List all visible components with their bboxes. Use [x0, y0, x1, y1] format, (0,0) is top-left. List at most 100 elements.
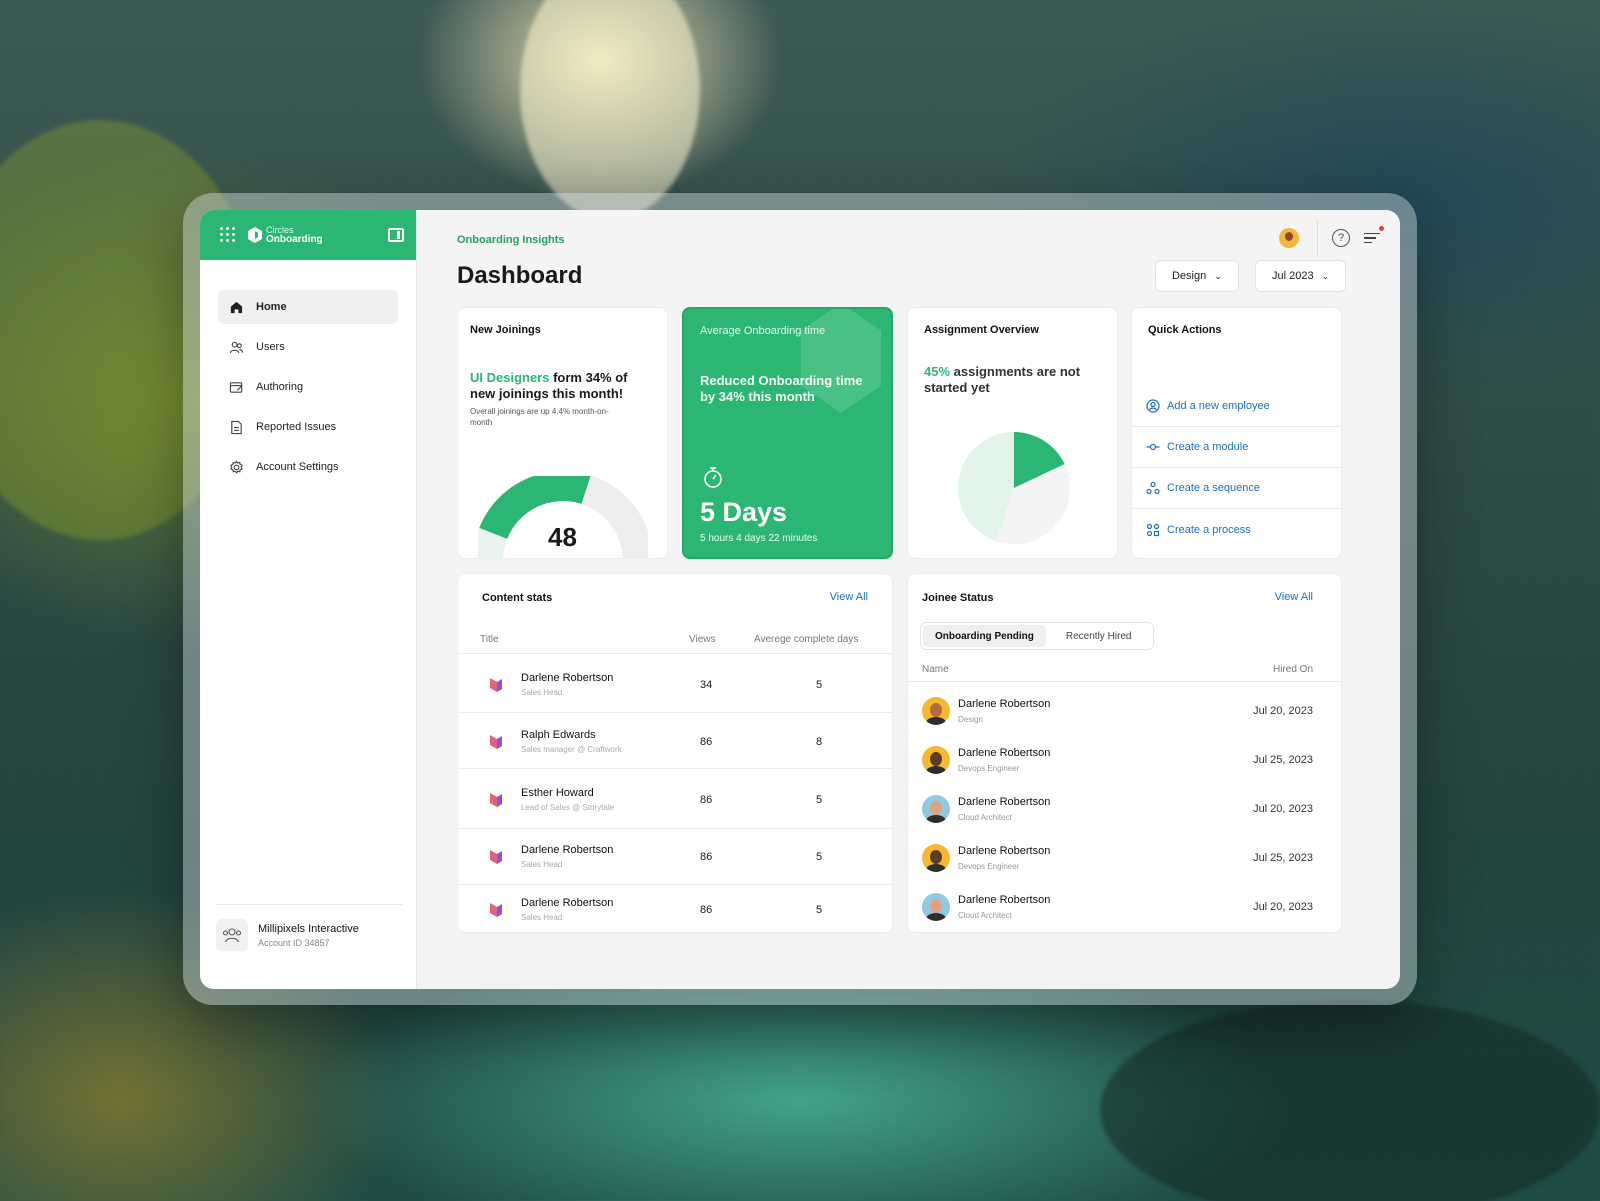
joinee-role: Cloud Architect	[958, 813, 1012, 822]
help-icon[interactable]: ?	[1332, 229, 1350, 247]
notifications-menu-icon[interactable]	[1364, 225, 1384, 247]
account-id: Account ID 34857	[258, 937, 330, 948]
avg-onboarding-days: 5 Days	[700, 497, 788, 527]
assignment-overview-card: Assignment Overview 45% assignments are …	[907, 307, 1118, 559]
content-author-role: Lead of Sales @ Storytale	[521, 803, 615, 812]
settings-icon	[228, 459, 244, 475]
team-filter-select[interactable]: Design ⌄	[1155, 260, 1239, 292]
avatar	[922, 844, 950, 872]
table-row[interactable]: Darlene Robertson Design Jul 20, 2023	[908, 687, 1341, 736]
app-window: Circles Onboarding Home Users Authoring …	[200, 210, 1400, 989]
new-joinings-count: 48	[548, 522, 577, 552]
joinee-name: Darlene Robertson	[958, 747, 1051, 759]
joinee-hired-date: Jul 20, 2023	[1253, 803, 1313, 815]
table-row[interactable]: Darlene Robertson Sales Head 34 5	[458, 656, 892, 713]
table-row[interactable]: Darlene Robertson Sales Head 86 5	[458, 885, 892, 932]
content-author-name: Ralph Edwards	[521, 729, 596, 741]
create-process-action[interactable]: Create a process	[1132, 509, 1341, 550]
joinee-role: Cloud Architect	[958, 911, 1012, 920]
column-hired-on: Hired On	[1272, 664, 1313, 675]
assignment-headline: 45% assignments are not started yet	[924, 364, 1094, 396]
content-author-name: Esther Howard	[521, 787, 594, 799]
average-onboarding-card: Average Onboarding time Reduced Onboardi…	[682, 307, 893, 559]
joinee-status-view-all-link[interactable]: View All	[1275, 591, 1313, 603]
user-avatar[interactable]	[1279, 228, 1299, 248]
main-content: Onboarding Insights Dashboard ? Design ⌄…	[417, 210, 1400, 989]
quick-actions-card: Quick Actions Add a new employee Create …	[1131, 307, 1342, 559]
table-row[interactable]: Darlene Robertson Devops Engineer Jul 25, …	[908, 736, 1341, 785]
page-title: Dashboard	[457, 262, 583, 289]
card-title: Joinee Status	[922, 592, 994, 604]
module-icon	[1146, 443, 1160, 451]
avg-onboarding-headline: Reduced Onboarding time by 34% this mont…	[700, 373, 863, 404]
avatar	[922, 795, 950, 823]
table-row[interactable]: Esther Howard Lead of Sales @ Storytale 86…	[458, 771, 892, 829]
assignment-pie-chart	[958, 432, 1070, 544]
brand-name: Circles Onboarding	[266, 225, 323, 245]
month-filter-value: Jul 2023	[1272, 270, 1314, 282]
content-module-icon	[490, 735, 502, 749]
sidebar-item-home[interactable]: Home	[218, 290, 398, 324]
joinee-status-tabs: Onboarding Pending Recently Hired	[920, 622, 1155, 650]
sequence-icon	[1146, 481, 1160, 495]
add-employee-action[interactable]: Add a new employee	[1132, 386, 1341, 427]
sidebar-item-account-settings[interactable]: Account Settings	[218, 450, 398, 484]
month-filter-select[interactable]: Jul 2023 ⌄	[1255, 260, 1347, 292]
column-views: Views	[689, 634, 716, 645]
action-label: Create a process	[1167, 523, 1251, 536]
brand-line-1: Circles	[266, 225, 294, 235]
joinee-name: Darlene Robertson	[958, 796, 1051, 808]
sidebar-item-reported-issues[interactable]: Reported Issues	[218, 410, 398, 444]
content-views: 86	[700, 794, 713, 806]
table-row[interactable]: Darlene Robertson Cloud Architect Jul 20, …	[908, 883, 1341, 932]
tab-recently-hired[interactable]: Recently Hired	[1046, 625, 1152, 647]
table-row[interactable]: Ralph Edwards Sales manager @ Craftwork 86…	[458, 714, 892, 769]
create-module-action[interactable]: Create a module	[1132, 427, 1341, 468]
content-module-icon	[490, 850, 502, 864]
action-label: Create a module	[1167, 441, 1249, 453]
create-sequence-action[interactable]: Create a sequence	[1132, 468, 1341, 509]
sidebar-item-label: Reported Issues	[256, 421, 337, 433]
table-row[interactable]: Darlene Robertson Devops Engineer Jul 25, …	[908, 834, 1341, 883]
card-title: Quick Actions	[1148, 324, 1222, 336]
content-avg-days: 5	[816, 851, 823, 863]
collapse-sidebar-icon[interactable]	[388, 228, 404, 242]
joinee-role: Design	[958, 715, 983, 724]
table-header: Name Hired On	[908, 664, 1341, 682]
circles-logo-icon	[248, 227, 262, 243]
content-author-role: Sales Head	[521, 913, 563, 922]
content-module-icon	[490, 793, 502, 807]
content-author-name: Darlene Robertson	[521, 897, 614, 909]
apps-grid-icon[interactable]	[220, 227, 236, 243]
action-label: Add a new employee	[1167, 400, 1270, 412]
users-icon	[228, 339, 244, 355]
content-module-icon	[490, 678, 502, 692]
joinee-hired-date: Jul 25, 2023	[1253, 852, 1313, 864]
new-joinings-headline: UI Designers form 34% of new joinings th…	[470, 370, 640, 402]
content-views: 86	[700, 736, 713, 748]
reported-issues-icon	[228, 419, 244, 435]
content-author-role: Sales Head	[521, 688, 563, 697]
assignment-percent: 45%	[924, 364, 951, 379]
breadcrumb[interactable]: Onboarding Insights	[457, 234, 565, 246]
account-switcher[interactable]: Millipixels Interactive Account ID 34857	[216, 904, 402, 951]
avg-onboarding-detail: 5 hours 4 days 22 minutes	[700, 533, 818, 544]
joinee-hired-date: Jul 25, 2023	[1253, 754, 1313, 766]
table-row[interactable]: Darlene Robertson Cloud Architect Jul 20, …	[908, 785, 1341, 834]
joinee-status-card: Joinee Status View All Onboarding Pendin…	[907, 573, 1342, 933]
content-stats-card: Content stats View All Title Views Avere…	[457, 573, 893, 933]
content-author-name: Darlene Robertson	[521, 672, 614, 684]
content-module-icon	[490, 903, 502, 917]
sidebar-item-users[interactable]: Users	[218, 330, 398, 364]
table-row[interactable]: Darlene Robertson Sales Head 86 5	[458, 829, 892, 885]
background-waterfall	[520, 0, 700, 220]
chevron-down-icon: ⌄	[1321, 270, 1330, 281]
action-label: Create a sequence	[1167, 482, 1260, 494]
divider	[1317, 220, 1318, 256]
sidebar: Circles Onboarding Home Users Authoring …	[200, 210, 417, 989]
sidebar-item-authoring[interactable]: Authoring	[218, 370, 398, 404]
content-stats-view-all-link[interactable]: View All	[830, 591, 868, 603]
column-title: Title	[480, 634, 499, 645]
tab-onboarding-pending[interactable]: Onboarding Pending	[923, 625, 1046, 647]
content-avg-days: 5	[816, 904, 823, 916]
